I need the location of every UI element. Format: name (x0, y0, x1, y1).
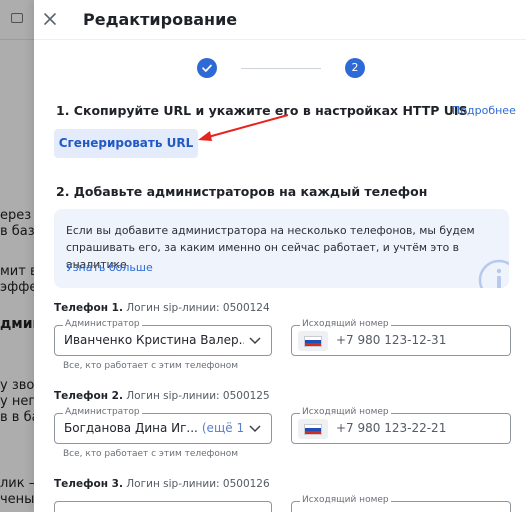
chevron-down-icon (249, 337, 261, 345)
phone-1-admin-select[interactable]: Администратор Иванченко Кристина Валер..… (54, 319, 272, 356)
admin-legend: Администратор (63, 319, 142, 329)
phone-1-number-field[interactable]: Исходящий номер +7 980 123-12-31 (291, 319, 511, 356)
step-connector (241, 68, 321, 69)
drawer-title: Редактирование (83, 10, 238, 29)
close-icon (44, 13, 56, 25)
phone-3-title: Телефон 3. (54, 478, 123, 490)
number-legend: Исходящий номер (300, 319, 391, 329)
phone-3-number-field[interactable]: Исходящий номер (291, 495, 511, 512)
phone-3-admin-select[interactable] (54, 501, 272, 512)
phone-1-hint: Все, кто работает с этим телефоном (63, 361, 239, 371)
step-1-completed (197, 58, 217, 78)
admin-value: Иванченко Кристина Валер... (64, 333, 244, 347)
phone-2-label: Телефон 2. Логин sip-линии: 0500125 (54, 390, 270, 402)
chevron-down-icon (249, 425, 261, 433)
admin-extra-count: (ещё 1) (201, 421, 244, 435)
close-button[interactable] (40, 9, 60, 29)
drawer-header: Редактирование (34, 0, 526, 40)
phone-1-label: Телефон 1. Логин sip-линии: 0500124 (54, 302, 270, 314)
phone-1-title: Телефон 1. (54, 302, 123, 314)
country-selector[interactable] (298, 331, 328, 351)
stepper: 2 (197, 58, 365, 80)
phone-2-hint: Все, кто работает с этим телефоном (63, 449, 239, 459)
phone-2-admin-select[interactable]: Администратор Богданова Дина Иг... (ещё 1… (54, 407, 272, 444)
info-icon (478, 259, 509, 288)
phone-1-login: Логин sip-линии: 0500124 (126, 302, 270, 314)
number-value: +7 980 123-22-21 (336, 421, 447, 435)
annotation-arrow (198, 114, 289, 141)
more-link[interactable]: Подробнее (452, 104, 516, 117)
edit-drawer: Редактирование 2 1. Скопируйте URL и ука… (34, 0, 526, 512)
phone-2-login: Логин sip-линии: 0500125 (126, 390, 270, 402)
country-selector[interactable] (298, 419, 328, 439)
section-2-title: 2. Добавьте администраторов на каждый те… (56, 184, 428, 199)
check-icon (202, 64, 212, 72)
number-value: +7 980 123-12-31 (336, 333, 447, 347)
phone-3-login: Логин sip-линии: 0500126 (126, 478, 270, 490)
admin-value: Богданова Дина Иг... (64, 421, 198, 435)
learn-more-link[interactable]: Узнать больше (66, 261, 153, 274)
info-box: Если вы добавите администратора на неско… (54, 209, 509, 288)
generate-url-button[interactable]: Сгенерировать URL (54, 129, 198, 158)
number-legend: Исходящий номер (300, 495, 391, 505)
russia-flag-icon (304, 424, 322, 435)
russia-flag-icon (304, 336, 322, 347)
admin-legend: Администратор (63, 407, 142, 417)
number-legend: Исходящий номер (300, 407, 391, 417)
phone-2-number-field[interactable]: Исходящий номер +7 980 123-22-21 (291, 407, 511, 444)
admin-value-wrap: Богданова Дина Иг...(ещё 1) (64, 421, 244, 435)
phone-2-title: Телефон 2. (54, 390, 123, 402)
step-2-current: 2 (345, 58, 365, 78)
phone-3-label: Телефон 3. Логин sip-линии: 0500126 (54, 478, 270, 490)
